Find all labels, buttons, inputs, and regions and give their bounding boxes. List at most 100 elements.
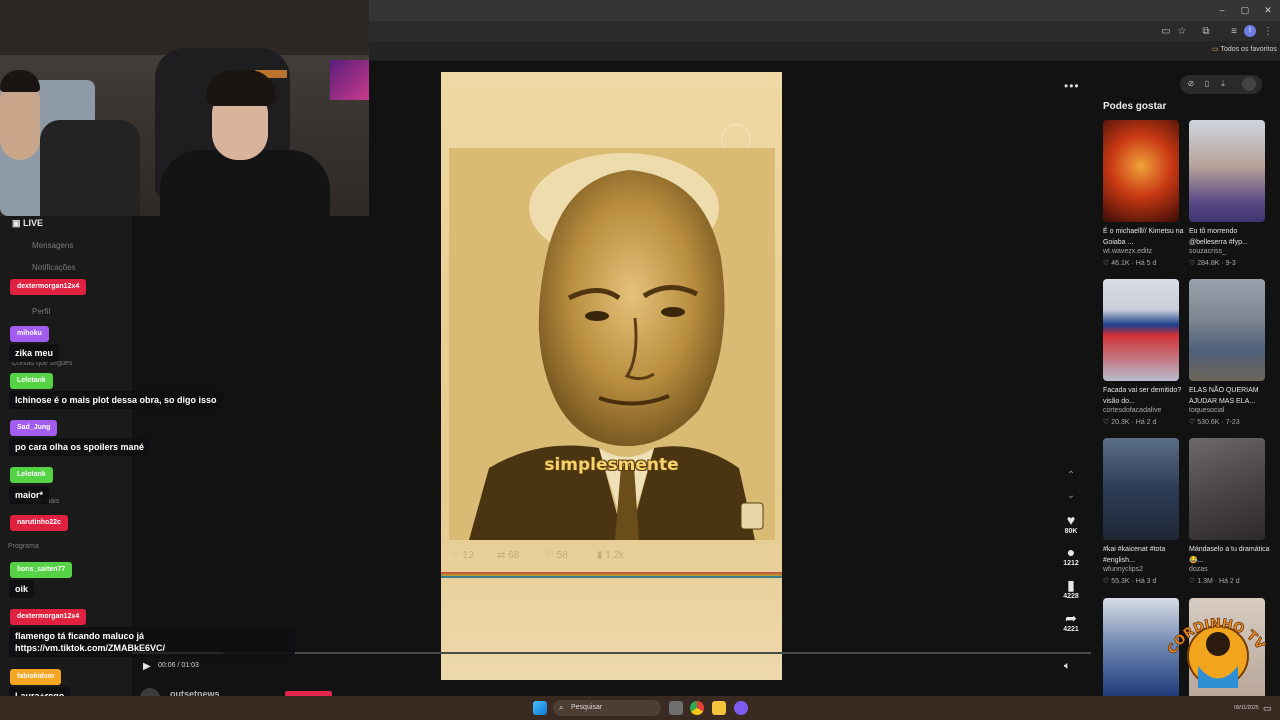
comment-count: 1212 <box>1063 560 1079 567</box>
video-caption: simplesmente <box>544 455 679 475</box>
channel-watermark: CORDINHO TV <box>1160 596 1278 706</box>
chat-username: narutinho22c <box>10 515 68 531</box>
chat-message: po cara olha os spoilers mané <box>9 438 151 456</box>
video-player[interactable]: simplesmente ♡ 12 ⇄ 68 ♡ 58 ▮ 1,2k <box>441 72 782 680</box>
card-age: 9-3 <box>1225 260 1236 267</box>
next-video-icon[interactable]: ⌄ <box>1065 490 1077 501</box>
chat-message: flamengo tá ficando maluco já https://vm… <box>9 627 295 657</box>
card-user: souzacriss_ <box>1189 248 1226 255</box>
person-right-body <box>160 150 330 216</box>
chat-username: dextermorgan12x4 <box>10 609 87 625</box>
inner-views-count: 1,2k <box>605 550 625 561</box>
sidepanel-icon[interactable]: ≡ <box>1228 26 1240 38</box>
card-user: wt.wavezx.editz <box>1103 248 1153 255</box>
start-icon[interactable] <box>533 701 547 715</box>
card-views: 20.3K <box>1111 419 1130 426</box>
previous-video-icon[interactable]: ⌃ <box>1065 470 1077 481</box>
search-icon: ⌕ <box>559 703 564 712</box>
phone-icon[interactable]: ▯ <box>1202 79 1212 88</box>
card-meta: ♡ 20.3K · Há 2 d <box>1103 419 1157 426</box>
system-date: 09/11/2025 <box>1234 705 1259 711</box>
watermark-logo: CORDINHO TV <box>1165 616 1268 688</box>
heart-icon: ♡ <box>1103 419 1110 426</box>
heart-icon: ♡ <box>1103 260 1110 267</box>
card-user: toquesocial <box>1189 407 1225 414</box>
task-view-icon[interactable] <box>669 701 683 715</box>
save-button[interactable]: ▮ 4228 <box>1060 577 1082 600</box>
heart-icon: ♡ <box>1189 260 1196 267</box>
chrome-icon[interactable] <box>690 701 704 715</box>
inner-replies: ♡ 12 <box>451 550 474 561</box>
card-age: Há 3 d <box>1135 578 1157 585</box>
chat-username: Lelotank <box>10 467 53 483</box>
card-views: 284.8K <box>1197 260 1220 267</box>
user-avatar[interactable] <box>1242 77 1256 91</box>
taskbar-search[interactable] <box>553 700 661 716</box>
thumbnail <box>1103 279 1179 381</box>
like-button[interactable]: ♥ 80K <box>1060 512 1082 535</box>
nav-messages[interactable]: Mensagens <box>32 241 73 250</box>
thumbnail <box>1189 279 1265 381</box>
card-user: cortesdofacadalive <box>1103 407 1162 414</box>
card-title: ELAS NÃO QUERIAM AJUDAR MAS ELA... <box>1189 387 1259 405</box>
compass-icon[interactable]: ⊘ <box>1186 79 1196 88</box>
live-indicator[interactable]: ▣ LIVE <box>12 218 43 229</box>
maximize-icon[interactable]: ▢ <box>1237 3 1253 17</box>
card-views: 1.3M <box>1197 578 1213 585</box>
card-user: wfunnyclips2 <box>1103 566 1144 573</box>
card-title: #kai #kaicenat #tota #english... <box>1103 546 1166 564</box>
card-user: dozas <box>1189 566 1208 573</box>
nav-profile[interactable]: Perfil <box>32 307 50 316</box>
chat-username: mihoku <box>10 326 49 342</box>
chat-message: Ichinose é o mais plot dessa obra, so di… <box>9 391 223 409</box>
card-age: Há 5 d <box>1135 260 1157 267</box>
glitch-stripe <box>441 572 782 578</box>
person-left-face <box>0 80 40 160</box>
chat-username: lions_saiten77 <box>10 562 73 578</box>
search-placeholder: Pesquisar <box>571 704 603 711</box>
more-options-icon[interactable]: ••• <box>1064 79 1079 93</box>
nav-notifications[interactable]: Notificações <box>32 263 76 272</box>
play-icon[interactable]: ▶ <box>143 661 151 672</box>
video-frame <box>449 148 775 540</box>
time-display: 00:06 / 01:03 <box>158 662 199 669</box>
thumbnail <box>1189 438 1265 540</box>
card-meta: ♡ 46.1K · Há 5 d <box>1103 260 1157 267</box>
explorer-icon[interactable] <box>712 701 726 715</box>
card-title: Mándaselo a tu dramática 😂... <box>1189 546 1270 564</box>
chat-username: Sad_Jung <box>10 420 58 436</box>
card-views: 530.6K <box>1197 419 1220 426</box>
star-icon[interactable]: ☆ <box>1176 26 1188 38</box>
share-count: 4221 <box>1063 626 1079 633</box>
webcam-overlay <box>0 0 369 216</box>
program-link[interactable]: Programa <box>8 543 39 550</box>
share-button[interactable]: ➦ 4221 <box>1060 610 1082 633</box>
minimize-icon[interactable]: – <box>1214 3 1230 17</box>
card-age: 7-23 <box>1225 419 1240 426</box>
card-meta: ♡ 284.8K · 9-3 <box>1189 260 1236 267</box>
inner-views: ▮ 1,2k <box>597 550 625 561</box>
close-icon[interactable]: ✕ <box>1260 3 1276 17</box>
profile-avatar[interactable]: I <box>1244 25 1256 37</box>
inner-reposts: ⇄ 68 <box>497 550 520 561</box>
live-label: LIVE <box>23 218 44 228</box>
all-bookmarks-link[interactable]: ▭ Todos os favoritos <box>1212 45 1277 53</box>
download-icon[interactable]: ⤓ <box>1218 79 1228 89</box>
chat-username: fabiokidsm <box>10 669 61 685</box>
inner-replies-count: 12 <box>462 550 474 561</box>
save-count: 4228 <box>1063 593 1079 600</box>
bookmark-icon: ▮ <box>1067 577 1075 593</box>
extensions-icon[interactable]: ⧉ <box>1200 26 1212 38</box>
menu-icon[interactable]: ⋮ <box>1262 26 1274 38</box>
card-meta: ♡ 530.6K · 7-23 <box>1189 419 1240 426</box>
like-count: 80K <box>1064 528 1078 535</box>
bookmarks-label: Todos os favoritos <box>1220 46 1277 53</box>
discord-icon[interactable] <box>734 701 748 715</box>
comment-button[interactable]: ● 1212 <box>1060 544 1082 567</box>
chat-message: oik <box>9 580 35 598</box>
thumbnail <box>1103 438 1179 540</box>
notification-icon[interactable]: ▭ <box>1263 703 1272 714</box>
chat-username: Lelotank <box>10 373 53 389</box>
volume-icon[interactable]: 🔈︎ <box>1064 660 1071 673</box>
cast-icon[interactable]: ▭ <box>1160 26 1172 38</box>
